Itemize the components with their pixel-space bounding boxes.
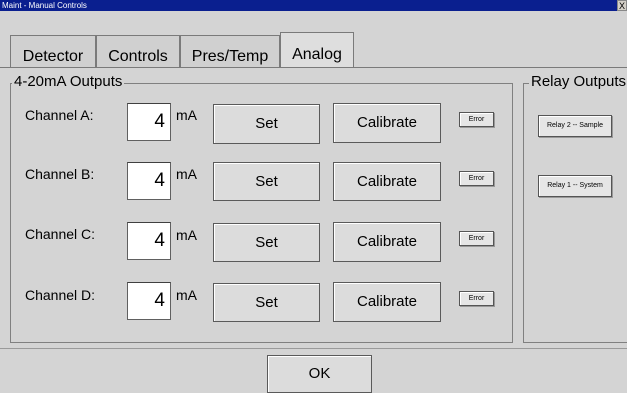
channel-d-unit: mA [176,287,197,303]
channel-b-set-button[interactable]: Set [213,162,320,201]
outputs-group-label: 4-20mA Outputs [12,73,125,90]
analog-panel: 4-20mA Outputs Channel A: 4 mA Set Calib… [0,67,627,348]
channel-b-label: Channel B: [25,166,95,182]
channel-a-error-button[interactable]: Error [459,112,494,127]
relay-group-label: Relay Outputs [529,73,627,90]
channel-d-set-button[interactable]: Set [213,283,320,322]
channel-a-set-button[interactable]: Set [213,104,320,144]
channel-b-calibrate-button[interactable]: Calibrate [333,162,441,201]
channel-c-set-button[interactable]: Set [213,223,320,262]
ok-button[interactable]: OK [267,355,372,393]
channel-d-error-button[interactable]: Error [459,291,494,306]
channel-d-calibrate-button[interactable]: Calibrate [333,282,441,322]
channel-b-unit: mA [176,166,197,182]
relay-2-sample-button[interactable]: Relay 2 -- Sample [538,115,612,137]
channel-a-label: Channel A: [25,107,94,123]
channel-d-label: Channel D: [25,287,96,303]
window-title: Maint - Manual Controls [2,1,87,10]
channel-c-value-field[interactable]: 4 [127,222,171,260]
channel-b-error-button[interactable]: Error [459,171,494,186]
channel-c-calibrate-button[interactable]: Calibrate [333,222,441,262]
close-button[interactable]: X [617,0,627,11]
title-bar: Maint - Manual Controls X [0,0,627,11]
channel-d-value-field[interactable]: 4 [127,282,171,320]
channel-a-value-field[interactable]: 4 [127,103,171,141]
channel-a-unit: mA [176,107,197,123]
footer-bar: OK [0,348,627,393]
channel-c-unit: mA [176,227,197,243]
channel-a-calibrate-button[interactable]: Calibrate [333,103,441,143]
relay-1-system-button[interactable]: Relay 1 -- System [538,175,612,197]
tab-bar: Detector Controls Pres/Temp Analog [0,11,627,79]
channel-c-label: Channel C: [25,226,96,242]
channel-b-value-field[interactable]: 4 [127,162,171,200]
channel-c-error-button[interactable]: Error [459,231,494,246]
